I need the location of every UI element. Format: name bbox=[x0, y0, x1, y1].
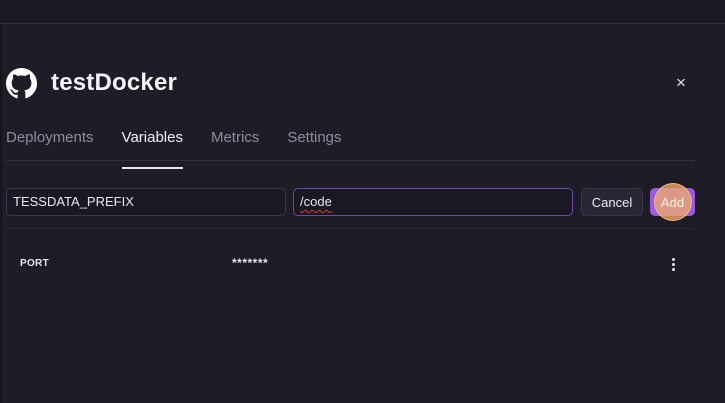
cancel-button[interactable]: Cancel bbox=[581, 188, 643, 216]
kebab-dot bbox=[671, 262, 675, 266]
top-bar bbox=[0, 0, 725, 24]
tab-variables[interactable]: Variables bbox=[121, 126, 184, 169]
stage: testDocker × Deployments Variables Metri… bbox=[0, 0, 725, 403]
left-edge bbox=[0, 24, 2, 403]
more-options-button[interactable] bbox=[665, 254, 681, 274]
variable-row: PORT ******* bbox=[6, 250, 695, 278]
variable-value-masked: ******* bbox=[232, 256, 269, 270]
tab-settings[interactable]: Settings bbox=[287, 126, 341, 160]
close-button[interactable]: × bbox=[668, 71, 694, 95]
variable-value-text: /code bbox=[300, 194, 332, 209]
github-icon bbox=[6, 67, 37, 99]
tab-metrics[interactable]: Metrics bbox=[211, 126, 259, 160]
tab-deployments[interactable]: Deployments bbox=[6, 126, 94, 160]
project-header: testDocker bbox=[6, 64, 177, 102]
add-button[interactable]: Add bbox=[650, 188, 695, 216]
kebab-menu-icon bbox=[671, 257, 675, 261]
kebab-dot bbox=[671, 267, 675, 271]
variable-key-value: TESSDATA_PREFIX bbox=[13, 194, 134, 209]
variable-name: PORT bbox=[20, 258, 49, 269]
divider bbox=[6, 228, 695, 229]
close-icon: × bbox=[676, 73, 686, 92]
variable-key-input[interactable]: TESSDATA_PREFIX bbox=[6, 188, 286, 216]
page-title: testDocker bbox=[51, 69, 178, 96]
tab-bar: Deployments Variables Metrics Settings bbox=[6, 126, 695, 169]
variable-value-input[interactable]: /code bbox=[293, 188, 573, 216]
